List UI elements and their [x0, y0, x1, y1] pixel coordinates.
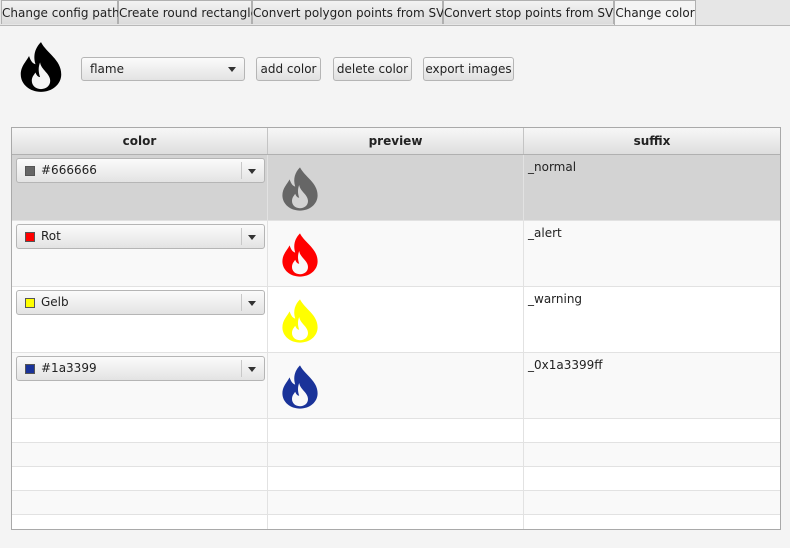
table-row[interactable]: #666666 _normal	[12, 155, 780, 221]
table-header: color preview suffix	[12, 128, 780, 155]
preview-cell	[268, 221, 524, 286]
separator	[241, 360, 242, 377]
empty-row	[12, 491, 780, 515]
table-row[interactable]: #1a3399 _0x1a3399ff	[12, 353, 780, 419]
color-picker[interactable]: Gelb	[16, 290, 265, 315]
export-images-button[interactable]: export images	[423, 57, 514, 81]
color-picker[interactable]: #1a3399	[16, 356, 265, 381]
color-swatch	[25, 363, 35, 374]
separator	[241, 162, 242, 179]
tab-bar: Change config path Create round rectangl…	[0, 0, 790, 26]
empty-cell	[268, 491, 524, 514]
flame-preview-icon	[282, 299, 318, 343]
icon-select-value: flame	[90, 62, 124, 76]
separator	[241, 294, 242, 311]
chevron-down-icon	[248, 300, 256, 306]
flame-preview-icon	[282, 233, 318, 277]
preview-cell	[268, 155, 524, 220]
flame-preview-icon	[282, 365, 318, 409]
suffix-cell[interactable]: _0x1a3399ff	[524, 353, 780, 418]
empty-row	[12, 515, 780, 529]
column-header-suffix[interactable]: suffix	[524, 128, 780, 154]
empty-cell	[12, 467, 268, 490]
chevron-down-icon	[228, 67, 236, 72]
separator	[241, 228, 242, 245]
preview-cell	[268, 287, 524, 352]
empty-cell	[12, 491, 268, 514]
color-picker-value: #1a3399	[41, 361, 97, 375]
color-cell: #1a3399	[12, 353, 268, 418]
flame-preview-icon	[282, 167, 318, 211]
tab-change-color[interactable]: Change color	[614, 0, 696, 25]
empty-cell	[268, 419, 524, 442]
add-color-button[interactable]: add color	[256, 57, 321, 81]
empty-row	[12, 443, 780, 467]
color-swatch	[25, 231, 35, 242]
color-picker-value: Rot	[41, 229, 61, 243]
suffix-cell[interactable]: _normal	[524, 155, 780, 220]
flame-icon	[20, 42, 62, 92]
tab-change-config-path[interactable]: Change config path	[1, 0, 120, 24]
chevron-down-icon	[248, 234, 256, 240]
suffix-cell[interactable]: _warning	[524, 287, 780, 352]
column-header-color[interactable]: color	[12, 128, 268, 154]
column-header-preview[interactable]: preview	[268, 128, 524, 154]
color-swatch	[25, 165, 35, 176]
chevron-down-icon	[248, 168, 256, 174]
color-table: color preview suffix #666666 _normal Rot	[11, 127, 781, 530]
icon-select[interactable]: flame	[81, 57, 245, 81]
color-picker[interactable]: Rot	[16, 224, 265, 249]
color-swatch	[25, 297, 35, 308]
tab-create-round-rectangle[interactable]: Create round rectangle	[118, 0, 258, 24]
table-row[interactable]: Gelb _warning	[12, 287, 780, 353]
delete-color-button[interactable]: delete color	[333, 57, 412, 81]
empty-cell	[268, 467, 524, 490]
color-picker-value: #666666	[41, 163, 97, 177]
color-cell: Rot	[12, 221, 268, 286]
table-row[interactable]: Rot _alert	[12, 221, 780, 287]
empty-row	[12, 419, 780, 443]
chevron-down-icon	[248, 366, 256, 372]
empty-cell	[268, 443, 524, 466]
tab-convert-polygon-points[interactable]: Convert polygon points from SVG	[252, 0, 454, 24]
color-cell: #666666	[12, 155, 268, 220]
color-cell: Gelb	[12, 287, 268, 352]
color-picker-value: Gelb	[41, 295, 69, 309]
empty-cell	[12, 515, 268, 529]
color-picker[interactable]: #666666	[16, 158, 265, 183]
tab-convert-stop-points[interactable]: Convert stop points from SVG	[443, 0, 623, 24]
empty-cell	[268, 515, 524, 529]
suffix-cell[interactable]: _alert	[524, 221, 780, 286]
empty-cell	[12, 419, 268, 442]
preview-cell	[268, 353, 524, 418]
empty-cell	[12, 443, 268, 466]
empty-row	[12, 467, 780, 491]
